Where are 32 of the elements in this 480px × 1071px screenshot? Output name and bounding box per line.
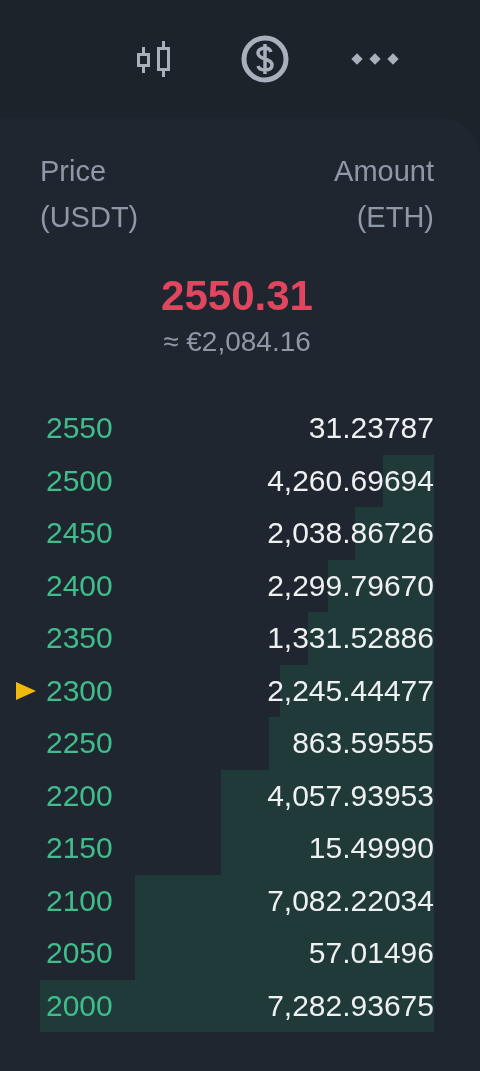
amount-cell: 15.49990 [308,831,434,866]
price-column-header: Price [40,154,108,189]
price-cell[interactable]: 2400 [40,568,113,603]
price-cell[interactable]: 2150 [40,831,113,866]
amount-cell: 31.23787 [308,411,434,446]
price-cell[interactable]: 2050 [40,936,113,971]
price-cell[interactable]: 2350 [40,621,113,656]
amount-cell: 57.01496 [308,936,434,971]
price-cell[interactable]: 2200 [40,778,113,813]
amount-column-header: Amount [334,154,434,189]
price-cell[interactable]: 2100 [40,883,113,918]
more-icon[interactable] [351,53,399,65]
amount-cell: 2,245.44477 [267,673,434,708]
amount-cell: 863.59555 [292,726,434,761]
amount-cell: 7,282.93675 [267,988,434,1023]
amount-cell: 2,038.86726 [267,516,434,551]
amount-cell: 7,082.22034 [267,883,434,918]
amount-cell: 4,260.69694 [267,463,434,498]
price-cell[interactable]: 2500 [40,463,113,498]
price-unit: (USDT) [40,200,139,235]
price-cell[interactable]: 2300 [40,673,113,708]
amount-cell: 4,057.93953 [267,778,434,813]
price-cell[interactable]: 2000 [40,988,113,1023]
dollar-coin-icon[interactable] [240,34,290,84]
converted-price: ≈ €2,084.16 [163,325,311,359]
price-cell[interactable]: 2250 [40,726,113,761]
price-cell[interactable]: 2450 [40,516,113,551]
amount-cell: 2,299.79670 [267,568,434,603]
amount-unit: (ETH) [355,200,434,235]
price-cell[interactable]: 2550 [40,411,113,446]
amount-cell: 1,331.52886 [267,621,434,656]
last-price: 2550.31 [161,271,313,321]
